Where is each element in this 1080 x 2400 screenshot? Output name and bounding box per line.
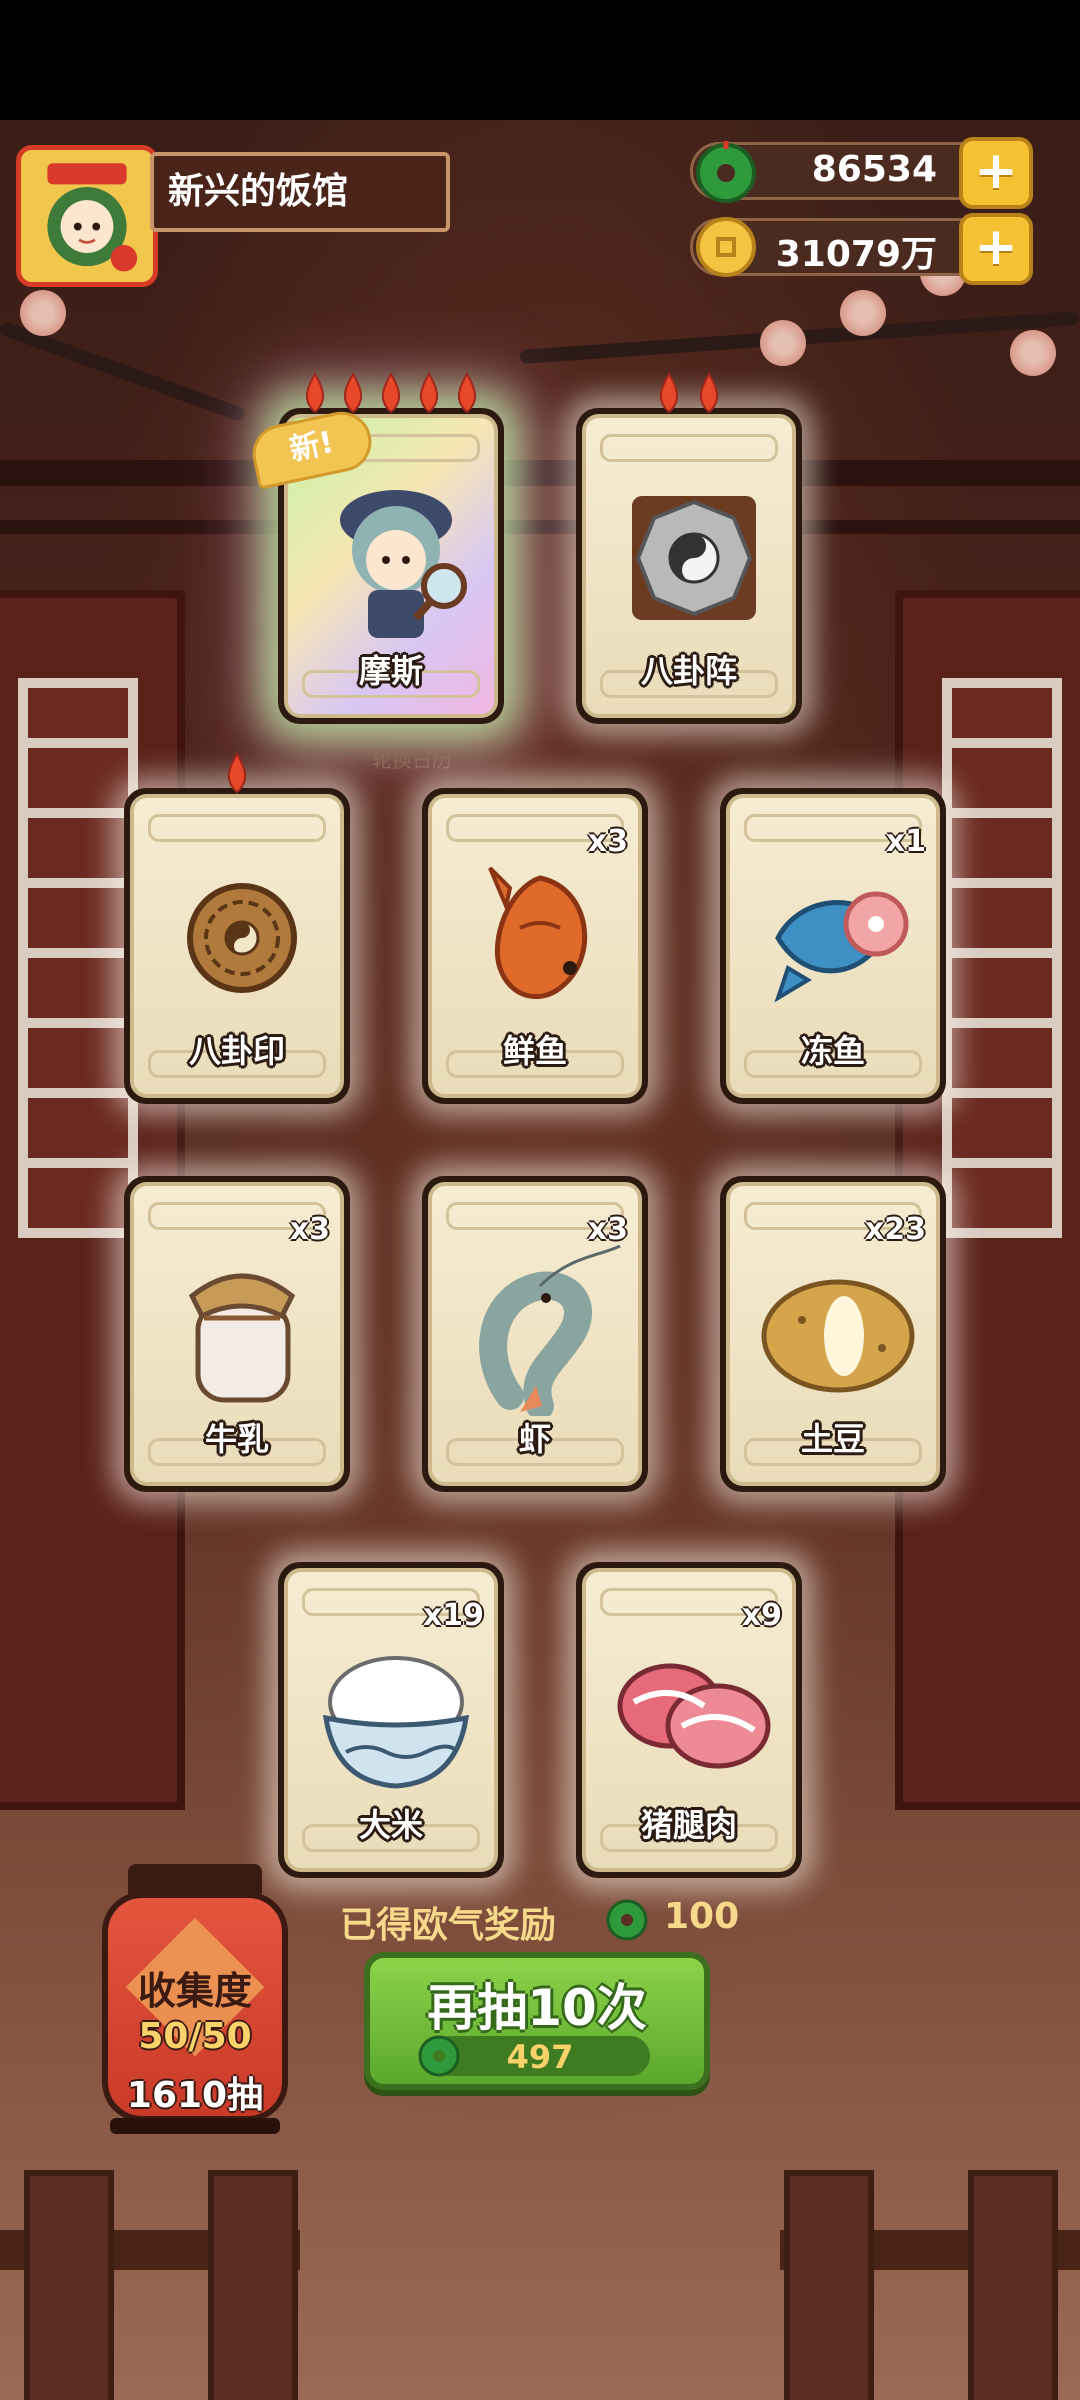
roof-beam (0, 460, 1080, 486)
shrimp-icon (479, 1244, 621, 1416)
redraw-label: 再抽10次 (427, 1979, 647, 2037)
card-name: 鲜鱼 (502, 1032, 567, 1070)
rarity-flames (576, 370, 802, 423)
card-frozen-fish[interactable]: x1 冻鱼 (720, 788, 946, 1104)
coin-currency-bar: 31079万 + (690, 213, 1033, 285)
card-name: 冻鱼 (800, 1032, 865, 1070)
bagua-array-icon (632, 496, 756, 620)
avatar-portrait-icon (21, 150, 153, 282)
rarity-flames (278, 370, 504, 423)
card-count: x23 (864, 1212, 926, 1247)
rotation-calendar-label: 轮换日历 (372, 748, 452, 772)
bagua-seal-icon (187, 883, 297, 993)
pork-leg-icon (617, 1663, 771, 1769)
card-bagua-array[interactable]: 八卦阵 (576, 372, 802, 724)
jade-currency-bar: 86534 + (690, 137, 1033, 209)
redraw-cost: 497 (506, 2038, 574, 2076)
card-name: 牛乳 (204, 1420, 269, 1458)
blossom (760, 320, 806, 366)
potato-icon (761, 1279, 915, 1393)
card-name: 土豆 (800, 1420, 865, 1458)
lantern-stand (110, 2118, 280, 2134)
card-count: x3 (587, 824, 628, 859)
collection-lantern[interactable]: 收集度 50/50 1610抽 (102, 1864, 288, 2122)
card-name: 大米 (358, 1806, 423, 1844)
card-count: x9 (741, 1598, 782, 1633)
milk-jar-icon (188, 1273, 296, 1403)
redraw-cost-bar: 497 (418, 2035, 650, 2077)
card-name: 八卦阵 (640, 652, 737, 690)
blossom (1010, 330, 1056, 376)
collection-title: 收集度 (137, 1969, 252, 2013)
rarity-flames (124, 750, 350, 803)
card-name: 猪腿肉 (640, 1806, 737, 1844)
card-name: 摩斯 (358, 652, 423, 690)
reward-label: 已得欧气奖励 (340, 1905, 557, 1946)
fresh-fish-icon (488, 866, 588, 1000)
card-shrimp[interactable]: x3 虾 (422, 1176, 648, 1492)
blossom (20, 290, 66, 336)
frozen-fish-icon (774, 891, 909, 1003)
add-coin-button[interactable]: + (959, 213, 1033, 285)
collection-progress: 50/50 (138, 2016, 252, 2057)
reward-value: 100 (664, 1896, 740, 1937)
player-avatar[interactable] (16, 145, 158, 287)
card-mosi[interactable]: 新! 摩斯 (247, 372, 504, 724)
railing-post (24, 2170, 114, 2400)
jade-coin-icon (606, 1899, 648, 1941)
card-fresh-fish[interactable]: x3 鲜鱼 (422, 788, 648, 1104)
card-name: 虾 (518, 1420, 551, 1458)
detective-character-icon (340, 490, 467, 638)
card-potato[interactable]: x23 土豆 (720, 1176, 946, 1492)
card-count: x19 (422, 1598, 484, 1633)
blossom (840, 290, 886, 336)
coin-amount: 31079万 (775, 234, 937, 275)
card-count: x3 (289, 1212, 330, 1247)
blossom-branch (0, 320, 247, 423)
rice-bowl-icon (322, 1656, 470, 1789)
roof-beam (0, 520, 1080, 534)
jade-coin-icon (696, 141, 756, 203)
add-jade-button[interactable]: + (959, 137, 1033, 209)
card-rice[interactable]: x19 大米 (278, 1562, 504, 1878)
railing-post (208, 2170, 298, 2400)
jade-amount: 86534 (811, 149, 937, 190)
shop-name: 新兴的饭馆 (150, 152, 450, 232)
railing-post (968, 2170, 1058, 2400)
card-milk[interactable]: x3 牛乳 (124, 1176, 350, 1492)
gold-coin-icon (696, 217, 756, 277)
railing-post (784, 2170, 874, 2400)
card-name: 八卦印 (188, 1032, 285, 1070)
card-count: x1 (885, 824, 926, 859)
card-bagua-seal[interactable]: 八卦印 (124, 752, 350, 1104)
collection-draws: 1610抽 (126, 2075, 264, 2116)
card-pork-leg[interactable]: x9 猪腿肉 (576, 1562, 802, 1878)
card-count: x3 (587, 1212, 628, 1247)
redraw-10-button[interactable]: 再抽10次 497 (364, 1952, 710, 2090)
